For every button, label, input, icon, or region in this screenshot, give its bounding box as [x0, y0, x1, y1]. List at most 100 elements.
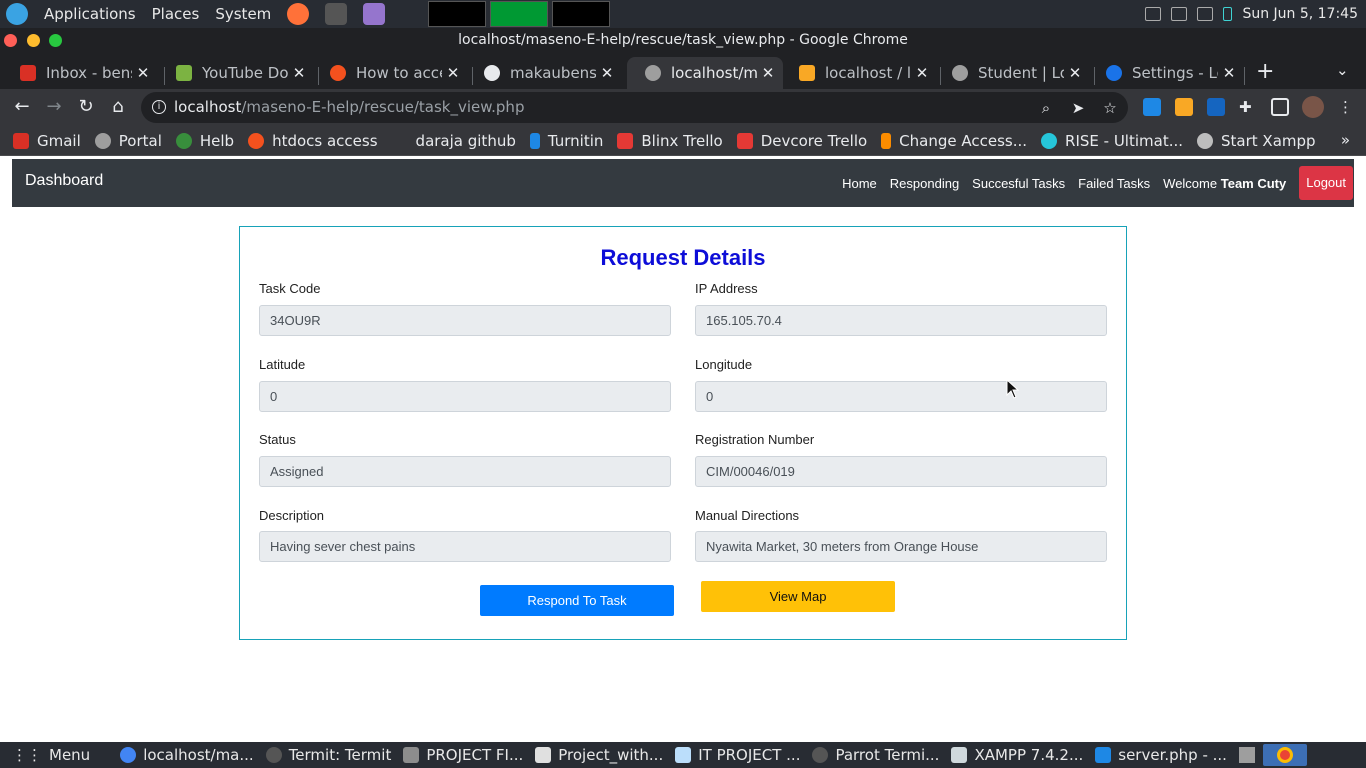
bookmark-gmail[interactable]: Gmail — [13, 132, 81, 150]
taskbar-it-project[interactable]: IT PROJECT ... — [675, 746, 800, 764]
nav-home[interactable]: Home — [842, 176, 877, 191]
taskbar-chrome[interactable]: localhost/ma... — [120, 746, 254, 764]
view-map-button[interactable]: View Map — [701, 581, 895, 612]
close-tab-icon[interactable]: ✕ — [596, 64, 618, 82]
text-editor-icon[interactable] — [363, 3, 386, 25]
reload-icon[interactable]: ↻ — [74, 95, 98, 119]
taskbar-vscode[interactable]: server.php - ... — [1095, 746, 1227, 764]
close-tab-icon[interactable]: ✕ — [288, 64, 310, 82]
registration-number-field[interactable]: CIM/00046/019 — [695, 456, 1107, 487]
new-tab-icon[interactable]: + — [1256, 59, 1274, 84]
taskbar-xampp[interactable]: XAMPP 7.4.2... — [951, 746, 1083, 764]
folder-icon — [403, 747, 420, 763]
bookmark-portal[interactable]: Portal — [94, 132, 162, 150]
gmail-icon — [20, 65, 36, 81]
window-title: localhost/maseno-E-help/rescue/task_view… — [458, 32, 908, 48]
latitude-field[interactable]: 0 — [259, 381, 671, 412]
taskbar-project-folder[interactable]: PROJECT FI... — [403, 746, 523, 764]
close-tab-icon[interactable]: ✕ — [757, 64, 779, 82]
bookmark-helb[interactable]: Helb — [175, 132, 234, 150]
welcome-text: Welcome Team Cuty — [1163, 175, 1287, 191]
applet-icon[interactable] — [1238, 747, 1255, 763]
gear-icon — [1106, 65, 1122, 81]
close-tab-icon[interactable]: ✕ — [1218, 64, 1240, 82]
card-title: Request Details — [600, 245, 766, 270]
bookmark-devcore-trello[interactable]: Devcore Trello — [736, 132, 867, 150]
address-bar[interactable]: i localhost/maseno-E-help/rescue/task_vi… — [141, 92, 1128, 123]
task-code-field[interactable]: 34OU9R — [259, 305, 671, 336]
terminal-icon[interactable] — [325, 3, 348, 25]
ask-icon — [330, 65, 346, 81]
logout-button[interactable]: Logout — [1299, 166, 1353, 200]
taskbar-parrot-terminal[interactable]: Parrot Termi... — [812, 746, 939, 764]
tab-student-login[interactable]: Student | Log ✕ — [934, 57, 1090, 89]
tab-github[interactable]: makaubenson ✕ — [466, 57, 622, 89]
bookmark-start-xampp[interactable]: Start Xampp — [1197, 132, 1316, 150]
description-field[interactable]: Having sever chest pains — [259, 531, 671, 562]
request-details-card: Request Details Task Code 34OU9R IP Addr… — [239, 226, 1127, 640]
puzzle-icon[interactable]: ✚ — [1239, 98, 1257, 116]
close-tab-icon[interactable]: ✕ — [911, 64, 933, 82]
clock[interactable]: Sun Jun 5, 17:45 — [1242, 6, 1358, 22]
respond-to-task-button[interactable]: Respond To Task — [480, 585, 674, 616]
extension-icon[interactable] — [1207, 98, 1225, 116]
close-window-icon[interactable] — [4, 34, 17, 47]
tab-localhost-active[interactable]: localhost/ma ✕ — [627, 57, 783, 89]
bookmark-star-icon[interactable]: ☆ — [1101, 99, 1119, 117]
kebab-menu-icon[interactable]: ⋮ — [1338, 98, 1356, 116]
taskbar-project-doc[interactable]: Project_with... — [535, 746, 663, 764]
bookmark-htdocs-access[interactable]: htdocs access — [248, 132, 378, 150]
latitude-label: Latitude — [259, 357, 306, 372]
tab-inbox[interactable]: Inbox - benso ✕ — [2, 57, 158, 89]
bookmark-daraja-github[interactable]: daraja github — [392, 132, 516, 150]
close-tab-icon[interactable]: ✕ — [132, 64, 154, 82]
network-icon[interactable] — [1197, 7, 1214, 21]
parrot-logo-icon[interactable] — [6, 3, 28, 25]
system-menu[interactable]: System — [215, 5, 271, 23]
bookmark-change-access[interactable]: Change Access... — [881, 132, 1027, 150]
turnitin-icon — [529, 132, 540, 149]
bookmark-turnitin[interactable]: Turnitin — [529, 132, 603, 150]
keyboard-icon[interactable] — [1145, 7, 1162, 21]
close-tab-icon[interactable]: ✕ — [442, 64, 464, 82]
tab-how-to-access[interactable]: How to access ✕ — [312, 57, 468, 89]
side-panel-icon[interactable] — [1271, 98, 1289, 116]
send-icon[interactable]: ➤ — [1069, 99, 1087, 117]
taskbar-termit[interactable]: Termit: Termit — [265, 746, 391, 764]
volume-icon[interactable] — [1171, 7, 1188, 21]
back-icon[interactable]: ← — [10, 95, 34, 119]
manual-directions-field[interactable]: Nyawita Market, 30 meters from Orange Ho… — [695, 531, 1107, 562]
firefox-icon[interactable] — [287, 3, 310, 25]
more-bookmarks-icon[interactable]: » — [1341, 131, 1350, 149]
zoom-icon[interactable]: ⌕ — [1037, 99, 1055, 117]
tab-phpmyadmin[interactable]: localhost / lo ✕ — [781, 57, 937, 89]
tab-search-chevron-icon[interactable]: ⌄ — [1336, 61, 1349, 79]
dashboard-brand[interactable]: Dashboard — [25, 172, 103, 190]
tab-settings[interactable]: Settings - Lo ✕ — [1088, 57, 1244, 89]
extension-lock-icon[interactable] — [1175, 98, 1193, 116]
workspace-chrome-icon[interactable] — [1262, 744, 1307, 766]
bookmark-rise[interactable]: RISE - Ultimat... — [1041, 132, 1183, 150]
minimize-window-icon[interactable] — [27, 34, 40, 47]
battery-icon[interactable] — [1223, 7, 1233, 21]
applications-menu[interactable]: Applications — [44, 5, 136, 23]
taskbar-menu-button[interactable]: ⋮⋮ Menu — [12, 746, 90, 764]
maximize-window-icon[interactable] — [49, 34, 62, 47]
forward-icon[interactable]: → — [42, 95, 66, 119]
status-field[interactable]: Assigned — [259, 456, 671, 487]
places-menu[interactable]: Places — [152, 5, 200, 23]
nav-responding[interactable]: Responding — [890, 176, 959, 191]
site-info-icon[interactable]: i — [152, 100, 166, 114]
extension-fj-icon[interactable] — [1143, 98, 1161, 116]
bookmark-blinx-trello[interactable]: Blinx Trello — [617, 132, 723, 150]
nav-successful-tasks[interactable]: Succesful Tasks — [972, 176, 1065, 191]
home-icon[interactable]: ⌂ — [106, 95, 130, 119]
nav-failed-tasks[interactable]: Failed Tasks — [1078, 176, 1150, 191]
profile-avatar[interactable] — [1302, 96, 1324, 118]
longitude-field[interactable]: 0 — [695, 381, 1107, 412]
ip-address-field[interactable]: 165.105.70.4 — [695, 305, 1107, 336]
vscode-icon — [1095, 747, 1112, 763]
tab-youtube-downloader[interactable]: YouTube Dow ✕ — [158, 57, 314, 89]
close-tab-icon[interactable]: ✕ — [1064, 64, 1086, 82]
download-icon — [176, 65, 192, 81]
